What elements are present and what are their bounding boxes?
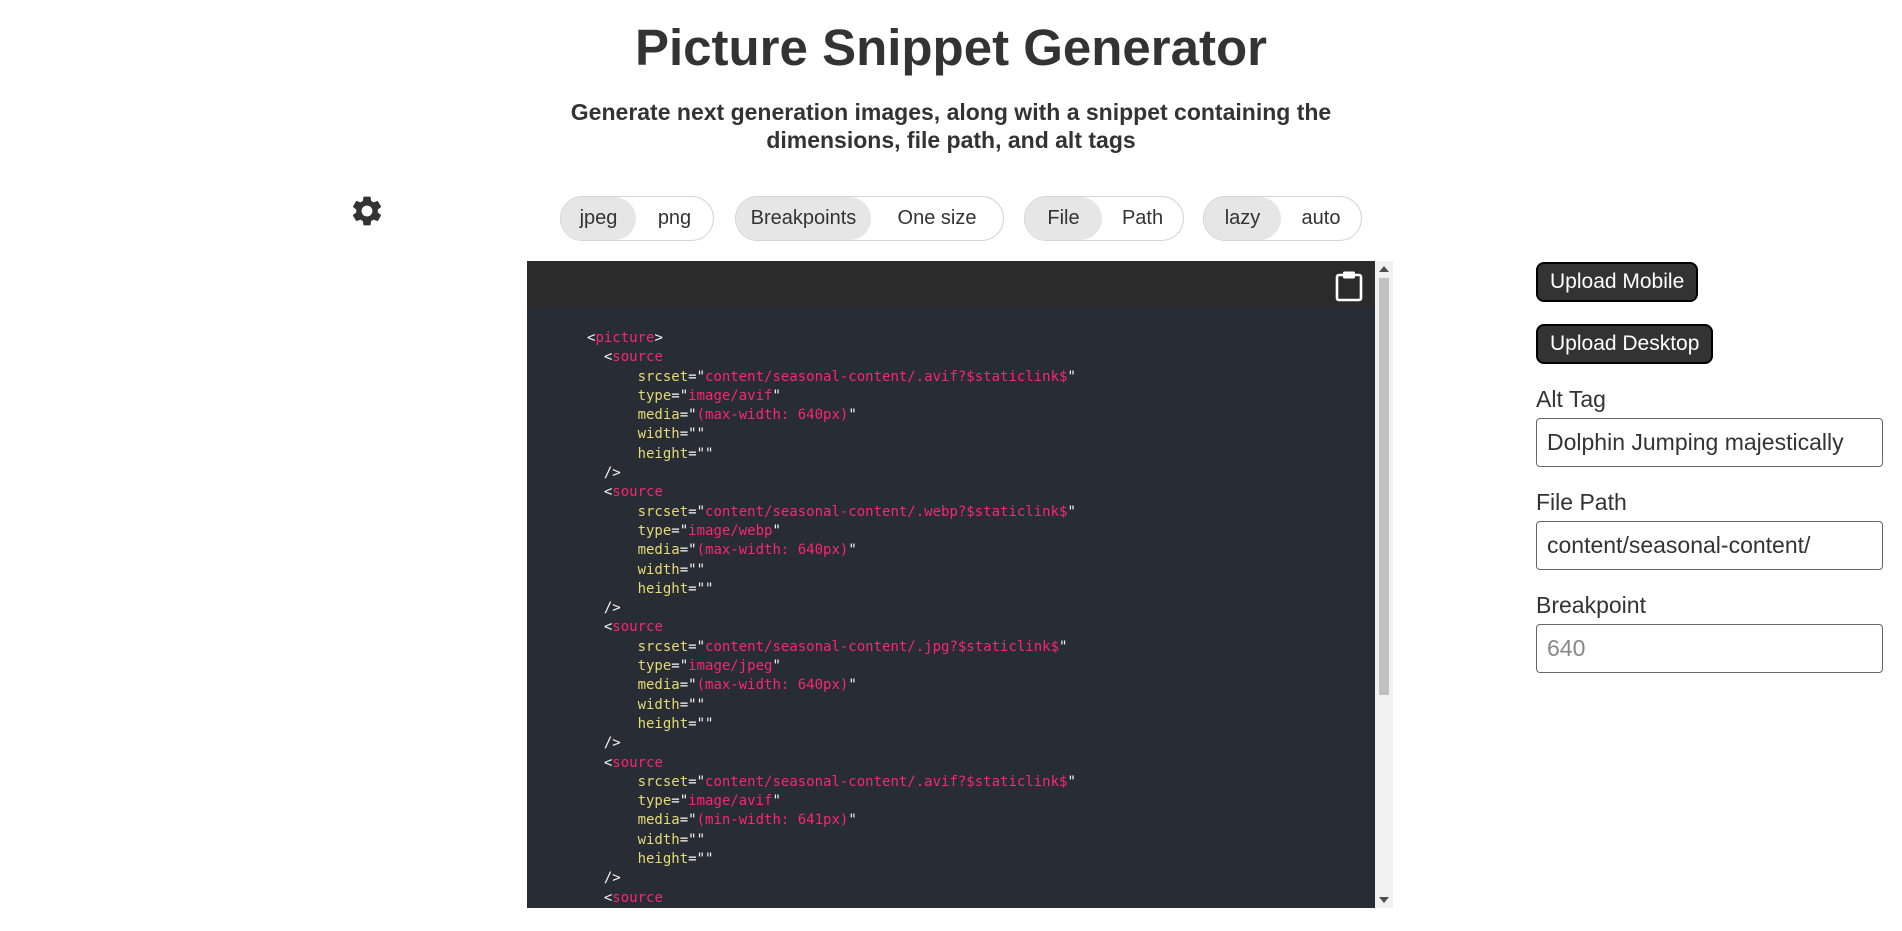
code-line: type="image/avif" [637,793,781,810]
toggle-option-png[interactable]: png [636,197,713,240]
code-line: /> [603,735,621,752]
page-title: Picture Snippet Generator [635,19,1267,76]
code-line: width="" [637,561,706,578]
toggle-option-auto[interactable]: auto [1281,197,1361,240]
code-line: media="(max-width: 640px)" [637,542,857,559]
code-line: height="" [637,445,714,462]
code-line: media="(max-width: 640px)" [637,677,857,694]
code-line: type="image/jpeg" [637,658,781,675]
toggle-option-file[interactable]: File [1025,197,1103,240]
code-line: <source [603,889,663,906]
code-line: height="" [637,851,714,868]
code-line: <source [603,619,663,636]
code-line: /> [603,465,621,482]
code-block[interactable]: <picture> <source srcset="content/season… [587,329,1373,908]
clipboard-icon[interactable] [1334,270,1364,302]
code-snippet-panel[interactable]: <picture> <source srcset="content/season… [527,261,1393,908]
upload-desktop-button[interactable]: Upload Desktop [1536,324,1714,364]
page: Picture Snippet Generator Generate next … [0,0,1902,931]
file-path-input[interactable] [1536,521,1883,570]
code-line: <source [603,349,663,366]
format-toggle: jpeg png [560,196,714,241]
code-line: srcset="content/seasonal-content/.avif?$… [637,773,1076,790]
scroll-up-arrow-icon[interactable] [1379,266,1389,272]
scroll-thumb[interactable] [1379,278,1389,695]
alt-tag-label: Alt Tag [1536,386,1606,412]
source-toggle: File Path [1024,196,1184,241]
code-line: height="" [637,715,714,732]
code-line: media="(max-width: 640px)" [637,407,857,424]
code-line: width="" [637,831,706,848]
code-line: width="" [637,696,706,713]
breakpoint-label: Breakpoint [1536,592,1646,618]
code-line: <source [603,484,663,501]
code-scrollbar[interactable] [1375,261,1393,908]
loading-toggle: lazy auto [1203,196,1362,241]
toggle-option-path[interactable]: Path [1102,197,1183,240]
code-line: <picture> [587,330,663,346]
code-line: srcset="content/seasonal-content/.jpg?$s… [637,638,1068,655]
code-line: type="image/avif" [637,387,781,404]
breakpoint-input[interactable] [1536,624,1883,673]
page-subtitle: Generate next generation images, along w… [570,99,1332,153]
alt-tag-input[interactable] [1536,418,1883,467]
code-line: type="image/webp" [637,522,781,539]
toggle-option-one-size[interactable]: One size [871,197,1003,240]
file-path-label: File Path [1536,489,1627,515]
code-line: media="(min-width: 641px)" [637,812,857,829]
toggle-option-breakpoints[interactable]: Breakpoints [736,197,871,240]
upload-mobile-button[interactable]: Upload Mobile [1536,262,1699,302]
code-line: /> [603,600,621,617]
code-toolbar [527,261,1375,307]
code-line: width="" [637,426,706,443]
code-line: /> [603,870,621,887]
code-line: height="" [637,580,714,597]
code-line: <source [603,754,663,771]
code-line: srcset="content/seasonal-content/.avif?$… [637,368,1076,385]
gear-icon[interactable] [349,193,385,229]
toggle-option-lazy[interactable]: lazy [1204,197,1282,240]
code-line: srcset="content/seasonal-content/.webp?$… [637,503,1076,520]
toggle-option-jpeg[interactable]: jpeg [561,197,637,240]
sizing-toggle: Breakpoints One size [735,196,1004,241]
scroll-down-arrow-icon[interactable] [1379,897,1389,903]
